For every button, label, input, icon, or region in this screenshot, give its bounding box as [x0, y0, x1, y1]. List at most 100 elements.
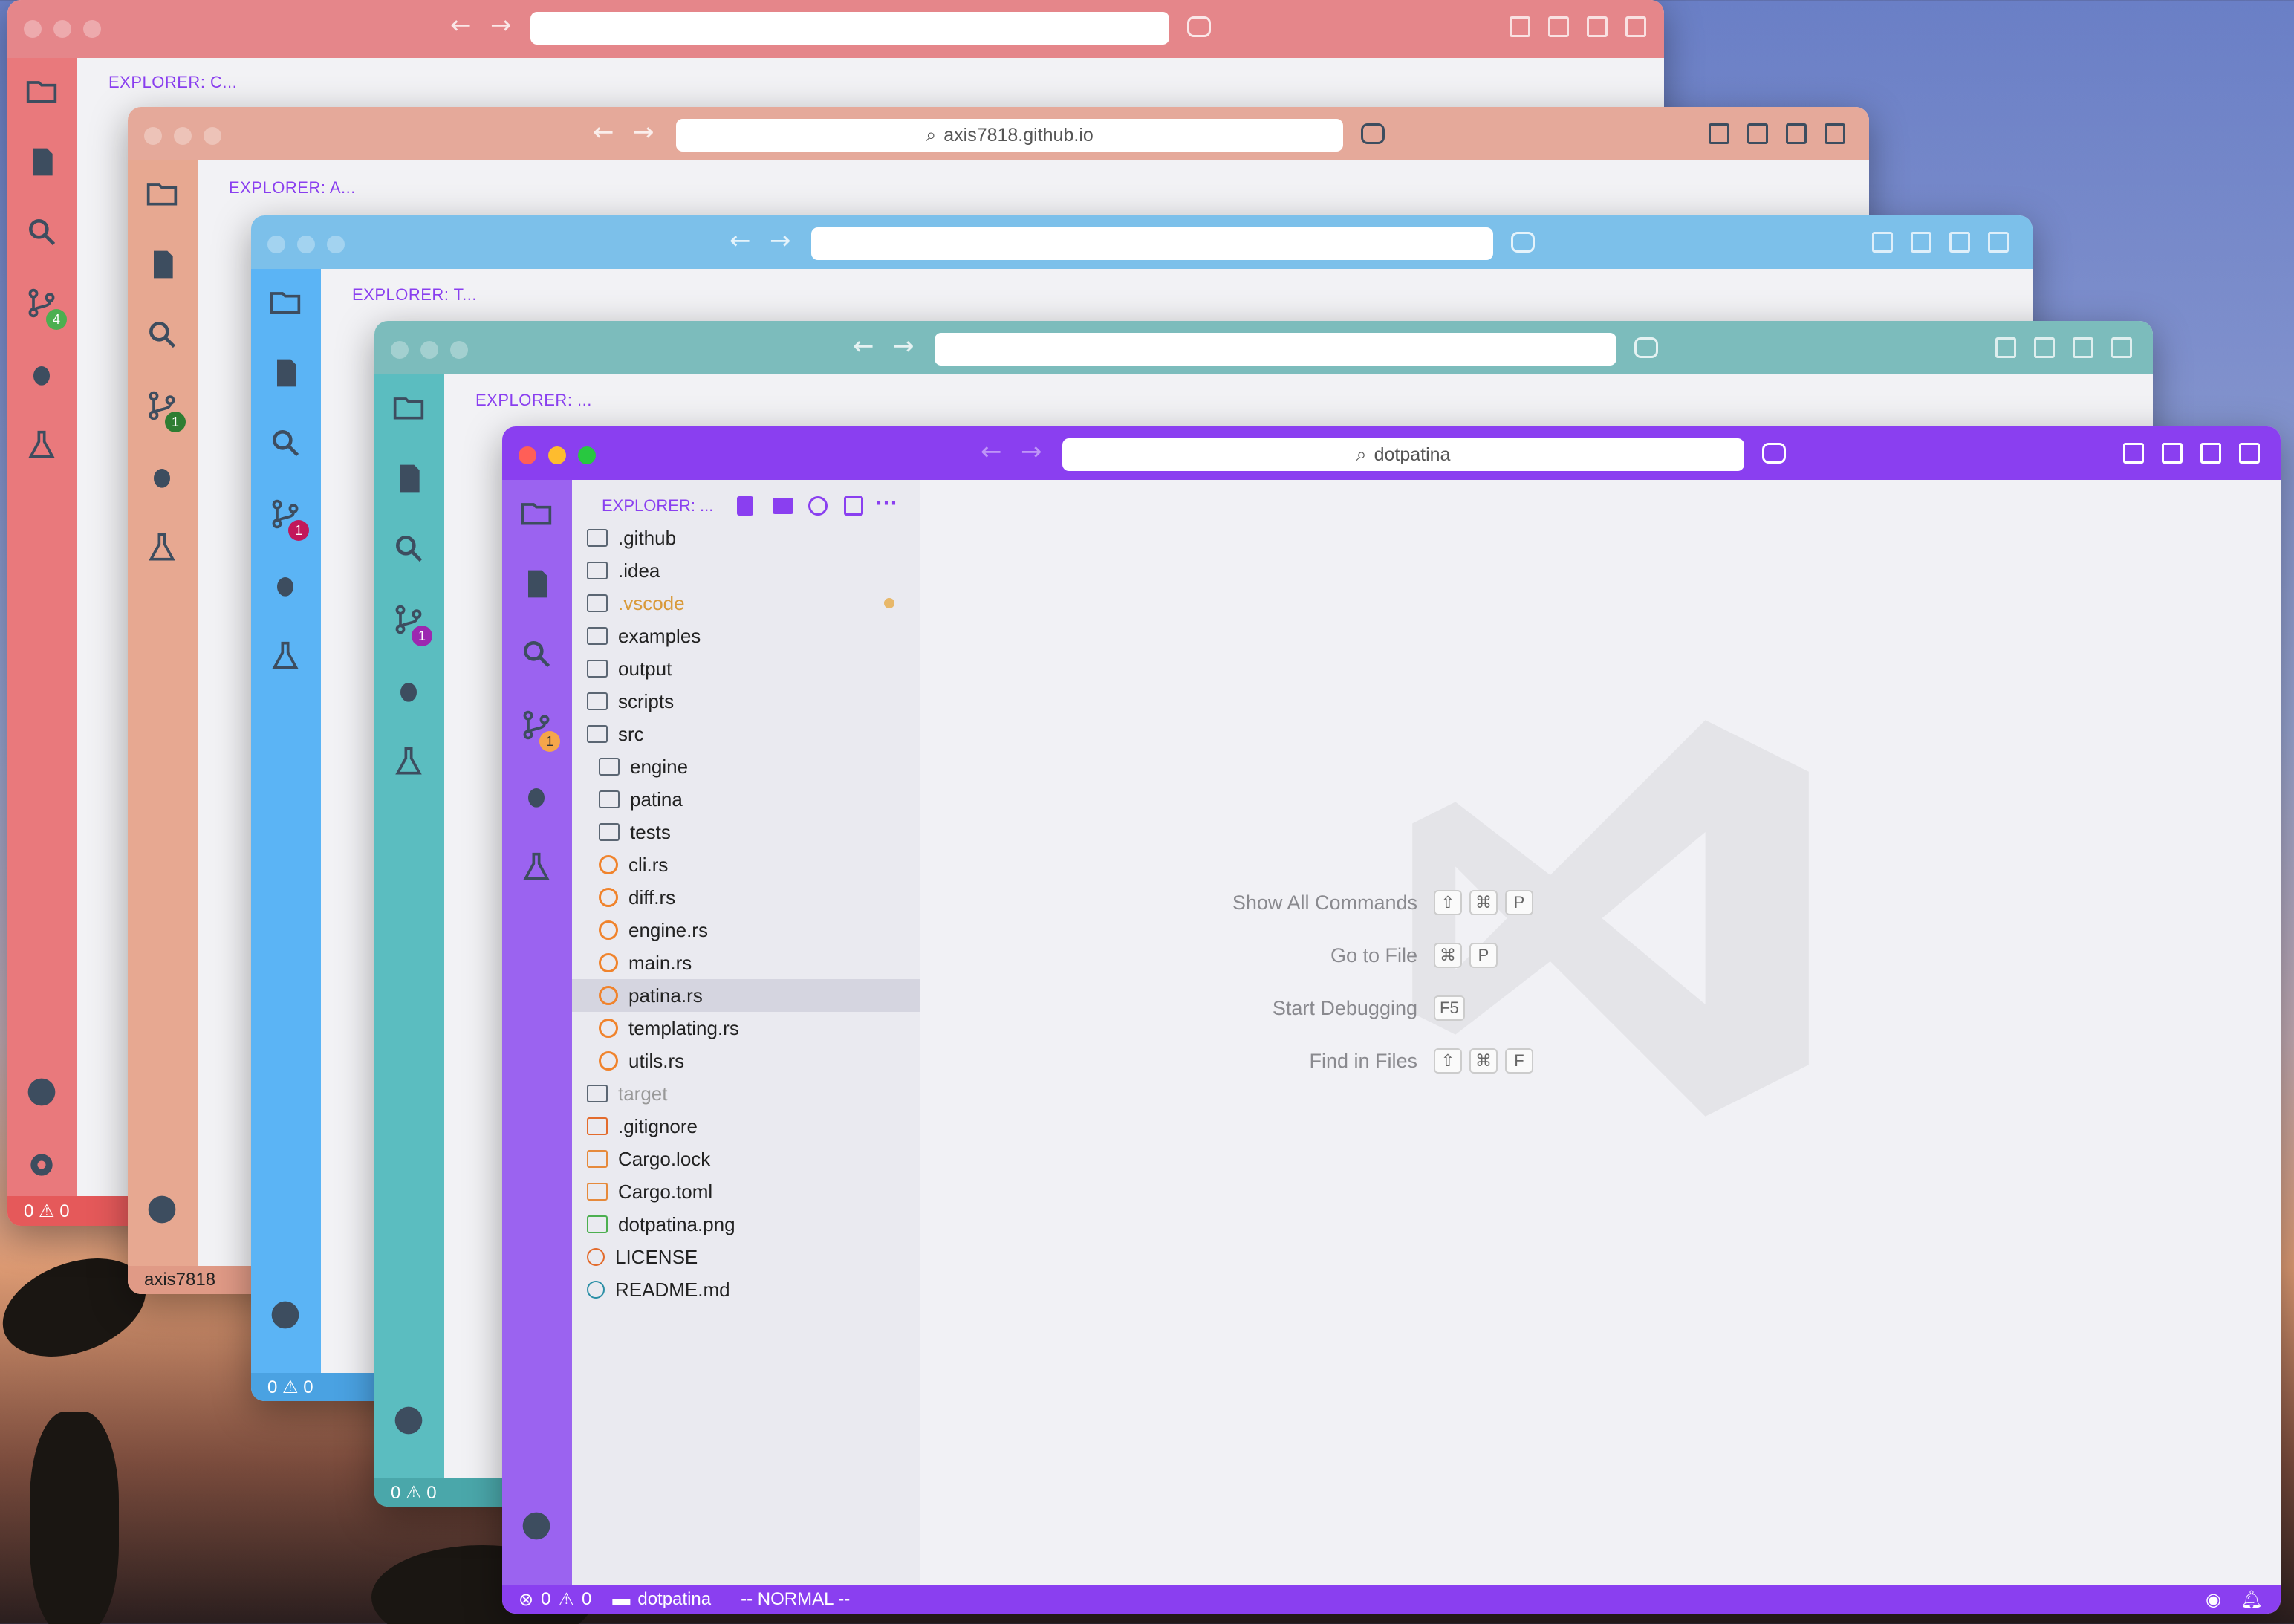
files-icon[interactable] — [520, 568, 553, 600]
back-icon[interactable]: ← — [981, 437, 1002, 467]
files-icon[interactable] — [269, 357, 302, 389]
files-icon[interactable] — [392, 462, 425, 495]
panel-toggle-icon[interactable] — [1587, 16, 1608, 37]
sidebar-toggle-icon[interactable] — [1548, 16, 1569, 37]
command-center[interactable] — [530, 12, 1169, 45]
folder-icon[interactable] — [146, 177, 178, 210]
tree-item[interactable]: templating.rs — [572, 1012, 920, 1045]
tree-item[interactable]: README.md — [572, 1273, 920, 1306]
tree-item[interactable]: .idea — [572, 554, 920, 587]
command-center[interactable] — [935, 333, 1616, 366]
search-icon[interactable] — [25, 215, 58, 248]
panel-toggle-icon[interactable] — [2073, 337, 2093, 358]
debug-icon[interactable] — [520, 780, 553, 813]
tree-item[interactable]: .vscode — [572, 587, 920, 620]
account-icon[interactable] — [392, 1404, 425, 1437]
copilot-icon[interactable] — [1634, 337, 1658, 358]
command-center[interactable]: ⌕ axis7818.github.io — [676, 119, 1343, 152]
testing-icon[interactable] — [269, 640, 302, 673]
files-icon[interactable] — [25, 146, 58, 178]
warnings-icon[interactable]: ⚠ — [558, 1589, 574, 1611]
copilot-icon[interactable] — [1762, 443, 1786, 464]
search-icon[interactable] — [520, 637, 553, 670]
copilot-icon[interactable] — [1511, 232, 1535, 253]
testing-icon[interactable] — [146, 532, 178, 565]
secondary-sidebar-icon[interactable] — [1988, 232, 2009, 253]
copilot-icon[interactable] — [1361, 123, 1385, 144]
folder-icon[interactable] — [392, 391, 425, 423]
more-actions-icon[interactable]: ⋯ — [875, 490, 897, 516]
welcome-command[interactable]: Start Debugging F5 — [1195, 995, 1472, 1021]
vscode-window-dotpatina[interactable]: ← → ⌕ dotpatina 1 EXPLORER: ... ⋯ .github… — [502, 426, 2281, 1614]
tree-item[interactable]: main.rs — [572, 946, 920, 979]
back-icon[interactable]: ← — [730, 226, 751, 256]
layout-icon[interactable] — [2123, 443, 2144, 464]
back-icon[interactable]: ← — [853, 331, 874, 361]
forward-icon[interactable]: → — [1021, 437, 1042, 467]
tree-item[interactable]: diff.rs — [572, 881, 920, 914]
tree-item[interactable]: scripts — [572, 685, 920, 718]
search-icon[interactable] — [146, 318, 178, 351]
command-center[interactable]: ⌕ dotpatina — [1062, 438, 1744, 471]
forward-icon[interactable]: → — [490, 10, 512, 40]
new-folder-icon[interactable] — [773, 498, 793, 514]
folder-icon[interactable] — [25, 74, 58, 107]
welcome-command[interactable]: Show All Commands ⇧ ⌘ P — [1195, 890, 1541, 915]
layout-icon[interactable] — [1709, 123, 1729, 144]
sidebar-toggle-icon[interactable] — [2034, 337, 2055, 358]
testing-icon[interactable] — [520, 851, 553, 884]
title-bar[interactable]: ← → ⌕ axis7818.github.io — [128, 107, 1869, 160]
tree-item[interactable]: .gitignore — [572, 1110, 920, 1143]
tree-item[interactable]: engine.rs — [572, 914, 920, 946]
account-icon[interactable] — [25, 1076, 58, 1108]
debug-icon[interactable] — [269, 569, 302, 602]
tree-item[interactable]: patina.rs — [572, 979, 920, 1012]
copilot-icon[interactable] — [1187, 16, 1211, 37]
new-file-icon[interactable] — [737, 496, 753, 516]
forward-icon[interactable]: → — [770, 226, 791, 256]
search-icon[interactable] — [269, 426, 302, 459]
testing-icon[interactable] — [25, 429, 58, 462]
title-bar[interactable]: ← → — [251, 215, 2033, 269]
forward-icon[interactable]: → — [893, 331, 914, 361]
bell-icon[interactable]: 🔔︎ — [2241, 1589, 2263, 1611]
panel-toggle-icon[interactable] — [1786, 123, 1807, 144]
maximize-button[interactable] — [578, 446, 596, 464]
panel-toggle-icon[interactable] — [1949, 232, 1970, 253]
settings-icon[interactable] — [25, 1149, 58, 1181]
account-icon[interactable] — [269, 1299, 302, 1331]
tree-item[interactable]: examples — [572, 620, 920, 652]
title-bar[interactable]: ← → — [7, 0, 1664, 58]
welcome-command[interactable]: Go to File ⌘ P — [1195, 943, 1505, 968]
folder-icon[interactable] — [269, 285, 302, 318]
layout-icon[interactable] — [1995, 337, 2016, 358]
tree-item[interactable]: src — [572, 718, 920, 750]
files-icon[interactable] — [146, 248, 178, 281]
back-icon[interactable]: ← — [593, 117, 614, 147]
account-icon[interactable] — [520, 1510, 553, 1542]
tree-item[interactable]: Cargo.lock — [572, 1143, 920, 1175]
layout-icon[interactable] — [1872, 232, 1893, 253]
secondary-sidebar-icon[interactable] — [1625, 16, 1646, 37]
layout-icon[interactable] — [1510, 16, 1530, 37]
debug-icon[interactable] — [392, 675, 425, 707]
minimize-button[interactable] — [548, 446, 566, 464]
tree-item[interactable]: dotpatina.png — [572, 1208, 920, 1241]
back-icon[interactable]: ← — [450, 10, 472, 40]
secondary-sidebar-icon[interactable] — [2239, 443, 2260, 464]
secondary-sidebar-icon[interactable] — [2111, 337, 2132, 358]
sidebar-toggle-icon[interactable] — [1911, 232, 1931, 253]
testing-icon[interactable] — [392, 746, 425, 779]
tree-item[interactable]: tests — [572, 816, 920, 848]
copilot-status-icon[interactable]: ◉ — [2206, 1589, 2221, 1611]
title-bar[interactable]: ← → — [374, 321, 2153, 374]
tree-item[interactable]: .github — [572, 522, 920, 554]
tree-item[interactable]: engine — [572, 750, 920, 783]
debug-icon[interactable] — [25, 358, 58, 391]
tree-item[interactable]: cli.rs — [572, 848, 920, 881]
command-center[interactable] — [811, 227, 1493, 260]
sidebar-toggle-icon[interactable] — [2162, 443, 2183, 464]
tree-item[interactable]: Cargo.toml — [572, 1175, 920, 1208]
search-icon[interactable] — [392, 532, 425, 565]
collapse-all-icon[interactable] — [844, 496, 863, 516]
